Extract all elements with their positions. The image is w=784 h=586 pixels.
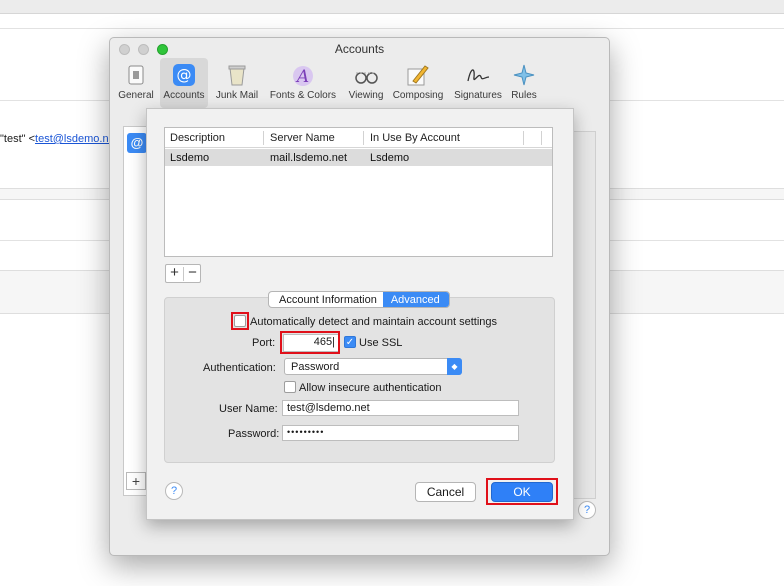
username-label: User Name: xyxy=(219,403,278,415)
toolbar-signatures-label: Signatures xyxy=(454,90,502,101)
account-at-icon: @ xyxy=(127,133,147,153)
toolbar-rules[interactable]: Rules xyxy=(506,58,542,108)
password-field[interactable]: ••••••••• xyxy=(282,425,519,441)
toolbar-general-label: General xyxy=(118,90,154,101)
tab-account-information[interactable]: Account Information xyxy=(269,292,383,307)
authentication-label: Authentication: xyxy=(203,362,276,374)
preferences-toolbar: General @ Accounts Junk Mail A Fonts & C… xyxy=(110,58,609,108)
remove-server-button[interactable]: − xyxy=(184,264,201,281)
column-server-name[interactable]: Server Name xyxy=(270,132,335,144)
toolbar-general[interactable]: General xyxy=(114,58,158,108)
account-details-panel xyxy=(572,131,596,499)
authentication-select[interactable]: Password ◆ xyxy=(284,358,462,375)
tab-advanced[interactable]: Advanced xyxy=(382,292,449,307)
svg-text:@: @ xyxy=(177,66,192,84)
recipient-address: "test" <test@lsdemo.ne xyxy=(0,133,115,145)
recipient-name: "test" < xyxy=(0,133,36,145)
auto-detect-label: Automatically detect and maintain accoun… xyxy=(250,316,498,328)
cell-server-name: mail.lsdemo.net xyxy=(270,152,348,164)
help-icon[interactable]: ? xyxy=(578,501,596,519)
allow-insecure-checkbox[interactable] xyxy=(284,381,296,393)
toolbar-accounts[interactable]: @ Accounts xyxy=(160,58,208,108)
fonts-colors-icon: A xyxy=(290,63,316,87)
toolbar-composing[interactable]: Composing xyxy=(390,58,446,108)
toolbar-fonts-colors[interactable]: A Fonts & Colors xyxy=(265,58,341,108)
highlight-box xyxy=(280,331,340,354)
highlight-box xyxy=(486,478,558,505)
column-description[interactable]: Description xyxy=(170,132,225,144)
signature-icon xyxy=(465,63,491,87)
allow-insecure-label: Allow insecure authentication xyxy=(299,382,442,394)
toolbar-viewing[interactable]: Viewing xyxy=(343,58,389,108)
recipient-email-link[interactable]: test@lsdemo.ne xyxy=(35,133,115,145)
authentication-value: Password xyxy=(291,361,340,373)
toolbar-fonts-colors-label: Fonts & Colors xyxy=(269,90,337,101)
toolbar-junk-mail-label: Junk Mail xyxy=(215,90,259,101)
add-account-button[interactable]: + xyxy=(126,472,146,490)
pencil-icon xyxy=(405,63,431,87)
glasses-icon xyxy=(353,63,379,87)
toolbar-rules-label: Rules xyxy=(511,90,537,101)
highlight-box xyxy=(231,312,249,330)
port-label: Port: xyxy=(252,337,276,349)
column-divider xyxy=(523,131,524,145)
cell-in-use-by: Lsdemo xyxy=(370,152,410,164)
toolbar-viewing-label: Viewing xyxy=(348,90,384,101)
column-divider xyxy=(541,131,542,145)
tab-control: Account Information Advanced xyxy=(268,291,450,308)
column-divider xyxy=(363,131,364,145)
table-header: Description Server Name In Use By Accoun… xyxy=(165,128,552,148)
password-label: Password: xyxy=(228,428,280,440)
add-server-button[interactable]: + xyxy=(166,264,183,281)
add-remove-control: + − xyxy=(165,264,201,283)
cancel-button[interactable]: Cancel xyxy=(415,482,476,502)
at-icon: @ xyxy=(171,63,197,87)
toolbar-signatures[interactable]: Signatures xyxy=(450,58,506,108)
chevron-updown-icon: ◆ xyxy=(447,358,462,375)
smtp-server-table: Description Server Name In Use By Accoun… xyxy=(164,127,553,257)
svg-text:A: A xyxy=(295,67,309,87)
toolbar-accounts-label: Accounts xyxy=(163,90,205,101)
help-button[interactable]: ? xyxy=(165,482,183,500)
column-divider xyxy=(263,131,264,145)
username-field[interactable]: test@lsdemo.net xyxy=(282,400,519,416)
window-titlebar: Accounts xyxy=(110,38,609,60)
cell-description: Lsdemo xyxy=(170,152,210,164)
junk-mail-icon xyxy=(224,63,250,87)
general-icon xyxy=(123,63,149,87)
divider xyxy=(0,28,784,29)
column-in-use-by-account[interactable]: In Use By Account xyxy=(370,132,460,144)
toolbar-junk-mail[interactable]: Junk Mail xyxy=(212,58,262,108)
accounts-list xyxy=(123,126,148,496)
window-title: Accounts xyxy=(334,42,385,56)
rules-icon xyxy=(511,63,537,87)
toolbar-composing-label: Composing xyxy=(392,90,444,101)
use-ssl-checkbox[interactable]: ✓ xyxy=(344,336,356,348)
use-ssl-label: Use SSL xyxy=(359,337,403,349)
mail-titlebar xyxy=(0,0,784,14)
table-row[interactable]: Lsdemo mail.lsdemo.net Lsdemo xyxy=(165,149,552,166)
